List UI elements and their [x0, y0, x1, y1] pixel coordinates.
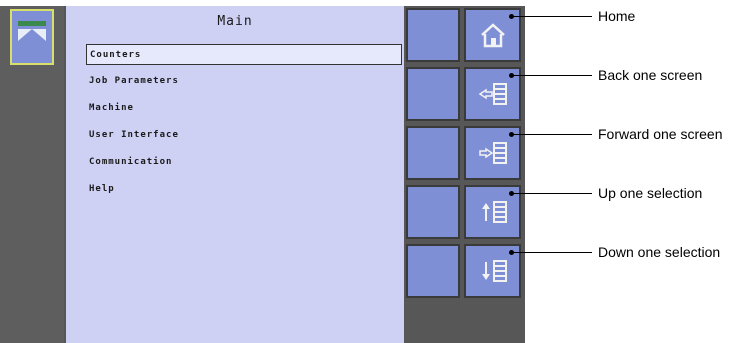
- softkey-empty-5[interactable]: [406, 244, 460, 298]
- callout-line: [512, 252, 592, 253]
- callout-home: Home: [598, 8, 636, 24]
- callout-up: Up one selection: [598, 185, 703, 201]
- device-screen: Main Counters Job Parameters Machine Use…: [0, 6, 525, 343]
- callout-line: [512, 134, 592, 135]
- up-selection-icon: [482, 201, 507, 223]
- callout-line: [512, 16, 592, 17]
- menu-item-machine[interactable]: Machine: [86, 98, 404, 119]
- callout-back: Back one screen: [598, 67, 703, 83]
- menu-item-user-interface[interactable]: User Interface: [86, 125, 404, 146]
- callout-forward: Forward one screen: [598, 126, 723, 142]
- forward-screen-icon: [479, 142, 507, 164]
- softkey-empty-3[interactable]: [406, 126, 460, 180]
- back-screen-icon: [478, 83, 507, 105]
- callout-line: [512, 75, 592, 76]
- menu-item-help[interactable]: Help: [86, 179, 404, 200]
- softkey-empty-1[interactable]: [406, 8, 460, 62]
- callout-line: [512, 193, 592, 194]
- menu-list: Counters Job Parameters Machine User Int…: [86, 44, 404, 206]
- softkey-empty-4[interactable]: [406, 185, 460, 239]
- callout-down: Down one selection: [598, 244, 721, 260]
- menu-item-communication[interactable]: Communication: [86, 152, 404, 173]
- menu-item-job-parameters[interactable]: Job Parameters: [86, 71, 404, 92]
- main-menu-panel: Main Counters Job Parameters Machine Use…: [66, 6, 404, 343]
- home-icon: [481, 23, 505, 48]
- spreader-icon[interactable]: [10, 9, 54, 65]
- left-strip: [0, 6, 64, 343]
- down-selection-icon: [482, 260, 507, 282]
- menu-item-counters[interactable]: Counters: [86, 44, 402, 65]
- page-title: Main: [217, 14, 253, 29]
- softkey-empty-2[interactable]: [406, 67, 460, 121]
